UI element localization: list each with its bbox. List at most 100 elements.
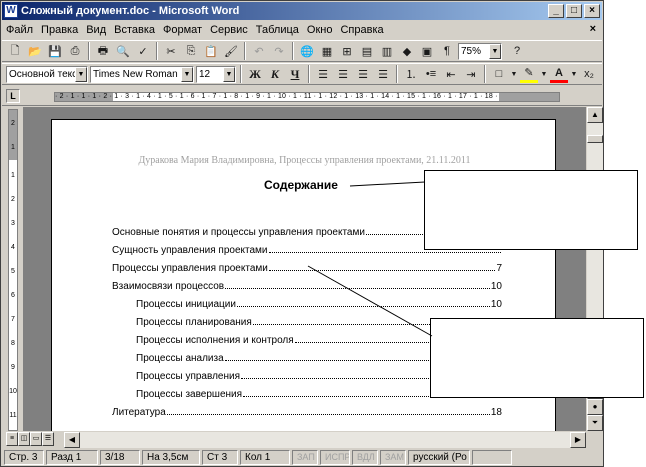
toolbar-separator (396, 65, 398, 83)
numbering-icon[interactable]: ⒈ (402, 65, 420, 83)
permission-icon[interactable]: ⎙ (66, 42, 84, 60)
chevron-down-icon[interactable]: ▼ (510, 65, 518, 83)
subscript-button[interactable]: x₂ (580, 65, 598, 83)
status-pages[interactable]: 3/18 (100, 450, 140, 465)
status-ext[interactable]: ВДЛ (352, 450, 378, 465)
word-app-icon[interactable]: W (4, 4, 18, 18)
align-center-icon[interactable]: ☰ (334, 65, 352, 83)
toc-entry[interactable]: Литература 18 (112, 403, 502, 421)
callout-box (424, 170, 638, 250)
vertical-ruler-scale[interactable]: 2 1 1 2 3 4 5 6 7 8 9 10 11 (8, 109, 18, 431)
insert-table-icon[interactable]: ⊞ (338, 42, 356, 60)
increase-indent-icon[interactable]: ⇥ (462, 65, 480, 83)
toc-entry[interactable]: Процессы управления проектами 7 (112, 259, 502, 277)
document-close-icon[interactable]: × (590, 23, 596, 35)
undo-icon[interactable]: ↶ (250, 42, 268, 60)
ruler-scale[interactable]: · 2 · 1 · 1 · 1 · 2 · 1 · 3 · 1 · 4 · 1 … (54, 92, 560, 102)
web-view-icon[interactable]: ◫ (18, 432, 30, 446)
highlight-icon[interactable]: ✎ (520, 65, 538, 83)
cut-icon[interactable]: ✂ (162, 42, 180, 60)
status-language[interactable]: русский (Ро (408, 450, 470, 465)
chevron-down-icon[interactable]: ▼ (570, 65, 578, 83)
style-select[interactable]: Основной текст ▼ (6, 65, 88, 83)
status-col[interactable]: Кол 1 (240, 450, 290, 465)
menu-table[interactable]: Таблица (256, 24, 299, 36)
help-icon[interactable]: ? (508, 42, 526, 60)
redo-icon[interactable]: ↷ (270, 42, 288, 60)
save-icon[interactable]: 💾 (46, 42, 64, 60)
print-icon[interactable]: 🖶 (94, 42, 112, 60)
outline-view-icon[interactable]: ☰ (42, 432, 54, 446)
bullets-icon[interactable]: •≡ (422, 65, 440, 83)
bold-button[interactable]: Ж (246, 65, 264, 83)
menu-format[interactable]: Формат (163, 24, 202, 36)
spelling-icon[interactable]: ✓ (134, 42, 152, 60)
close-button[interactable]: × (584, 4, 600, 18)
copy-icon[interactable]: ⎘ (182, 42, 200, 60)
status-ovr[interactable]: ЗАМ (380, 450, 406, 465)
underline-button[interactable]: Ч (286, 65, 304, 83)
columns-icon[interactable]: ▥ (378, 42, 396, 60)
status-page[interactable]: Стр. 3 (4, 450, 44, 465)
select-browse-object-icon[interactable]: ● (587, 399, 603, 415)
toc-entry[interactable]: Процессы инициации 10 (112, 295, 502, 313)
callout-box (430, 318, 644, 398)
status-trk[interactable]: ИСПР (320, 450, 350, 465)
scroll-left-icon[interactable]: ◀ (64, 432, 80, 448)
zoom-select[interactable]: 75% ▼ (458, 42, 502, 60)
print-layout-icon[interactable]: ▭ (30, 432, 42, 446)
normal-view-icon[interactable]: ≡ (6, 432, 18, 446)
title-bar: W Сложный документ.doc - Microsoft Word … (2, 2, 602, 20)
insert-excel-icon[interactable]: ▤ (358, 42, 376, 60)
format-painter-icon[interactable]: 🖌 (222, 42, 240, 60)
font-color-icon[interactable]: A (550, 65, 568, 83)
toolbar-separator (156, 42, 158, 60)
menu-help[interactable]: Справка (340, 24, 383, 36)
open-folder-icon[interactable]: 📂 (26, 42, 44, 60)
menu-file[interactable]: Файл (6, 24, 33, 36)
next-page-icon[interactable]: ⏷ (587, 415, 603, 431)
hyperlink-icon[interactable]: 🌐 (298, 42, 316, 60)
border-icon[interactable]: □ (490, 65, 508, 83)
menu-edit[interactable]: Правка (41, 24, 78, 36)
minimize-button[interactable]: _ (548, 4, 564, 18)
maximize-button[interactable]: □ (566, 4, 582, 18)
chevron-down-icon[interactable]: ▼ (540, 65, 548, 83)
toc-entry-text: Процессы инициации (136, 298, 237, 310)
document-map-icon[interactable]: ▣ (418, 42, 436, 60)
status-rec[interactable]: ЗАП (292, 450, 318, 465)
menu-insert[interactable]: Вставка (114, 24, 155, 36)
menu-view[interactable]: Вид (86, 24, 106, 36)
new-document-icon[interactable]: 🗋 (6, 42, 24, 60)
menu-tools[interactable]: Сервис (210, 24, 248, 36)
show-hide-icon[interactable]: ¶ (438, 42, 456, 60)
chevron-down-icon[interactable]: ▼ (223, 66, 235, 82)
drawing-icon[interactable]: ◆ (398, 42, 416, 60)
decrease-indent-icon[interactable]: ⇤ (442, 65, 460, 83)
chevron-down-icon[interactable]: ▼ (181, 66, 193, 82)
status-spelling[interactable] (472, 450, 512, 465)
toc-entry[interactable]: Взаимосвязи процессов 10 (112, 277, 502, 295)
tables-borders-icon[interactable]: ▦ (318, 42, 336, 60)
tab-selector[interactable]: L (6, 89, 20, 103)
scroll-thumb[interactable] (587, 135, 603, 143)
font-size-select[interactable]: 12 ▼ (196, 65, 236, 83)
scroll-up-icon[interactable]: ▲ (587, 107, 603, 123)
print-preview-icon[interactable]: 🔍 (114, 42, 132, 60)
status-section[interactable]: Разд 1 (46, 450, 98, 465)
align-left-icon[interactable]: ☰ (314, 65, 332, 83)
window-title: Сложный документ.doc - Microsoft Word (21, 5, 240, 17)
chevron-down-icon[interactable]: ▼ (489, 43, 501, 59)
status-line[interactable]: Ст 3 (202, 450, 238, 465)
menu-window[interactable]: Окно (307, 24, 333, 36)
toc-entry-text: Процессы завершения (136, 388, 244, 400)
align-right-icon[interactable]: ☰ (354, 65, 372, 83)
italic-button[interactable]: К (266, 65, 284, 83)
paste-icon[interactable]: 📋 (202, 42, 220, 60)
font-select[interactable]: Times New Roman ▼ (90, 65, 194, 83)
justify-icon[interactable]: ☰ (374, 65, 392, 83)
chevron-down-icon[interactable]: ▼ (75, 66, 87, 82)
status-at[interactable]: На 3,5см (142, 450, 200, 465)
horizontal-scrollbar[interactable]: ◀ ▶ (64, 432, 586, 448)
scroll-right-icon[interactable]: ▶ (570, 432, 586, 448)
